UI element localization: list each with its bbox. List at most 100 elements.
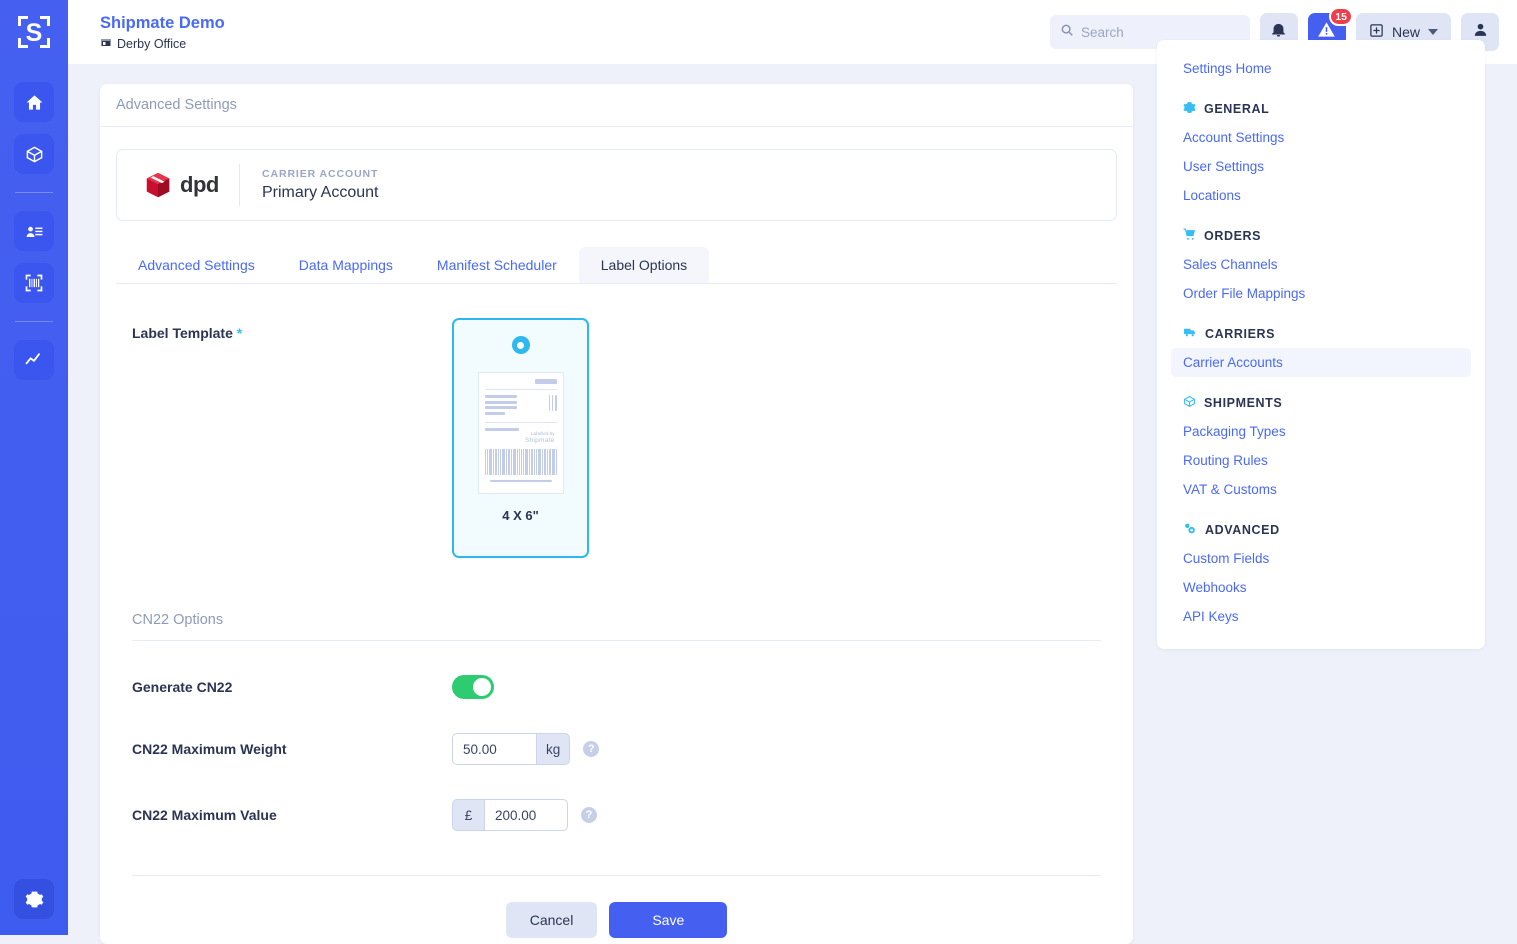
generate-cn22-toggle[interactable] <box>452 675 494 699</box>
gear-icon <box>1183 101 1196 117</box>
sidebar-item-account-settings[interactable]: Account Settings <box>1171 123 1471 152</box>
sidebar-section-orders: ORDERS <box>1183 228 1471 244</box>
sidebar-item-packaging-types[interactable]: Packaging Types <box>1171 417 1471 446</box>
rail-item-contacts[interactable] <box>14 211 54 251</box>
rail-divider <box>15 192 53 193</box>
form-actions: Cancel Save <box>100 902 1133 938</box>
cn22-max-weight-help-icon[interactable]: ? <box>583 741 600 757</box>
sidebar-section-shipments: SHIPMENTS <box>1183 395 1471 411</box>
sidebar-section-general: GENERAL <box>1183 101 1471 117</box>
rail-item-scan[interactable] <box>14 263 54 303</box>
sidebar-item-api-keys[interactable]: API Keys <box>1171 602 1471 631</box>
sidebar-item-user-settings[interactable]: User Settings <box>1171 152 1471 181</box>
tab-advanced-settings[interactable]: Advanced Settings <box>116 247 277 283</box>
radio-selected-icon[interactable] <box>511 336 530 354</box>
carrier-account-info: CARRIER ACCOUNT Primary Account <box>262 168 378 202</box>
label-template-size-caption: 4 X 6" <box>502 508 539 523</box>
tab-label-options[interactable]: Label Options <box>578 247 710 283</box>
card-divider <box>239 164 240 206</box>
label-template-label: Label Template * <box>132 318 452 341</box>
carrier-account-name: Primary Account <box>262 184 379 201</box>
cn22-section-title: CN22 Options <box>132 612 1101 641</box>
rail-bottom-group <box>14 879 54 919</box>
rail-item-analytics[interactable] <box>14 340 54 380</box>
sidebar-section-advanced: ADVANCED <box>1183 522 1471 538</box>
cn22-max-value-label: CN22 Maximum Value <box>132 807 277 823</box>
radio-inner-dot <box>517 341 524 349</box>
sidebar-item-routing-rules[interactable]: Routing Rules <box>1171 446 1471 475</box>
required-asterisk: * <box>236 325 243 341</box>
cn22-max-value-help-icon[interactable]: ? <box>581 807 597 823</box>
cart-icon <box>1183 228 1196 244</box>
rail-item-settings[interactable] <box>14 879 54 919</box>
tab-manifest-scheduler[interactable]: Manifest Scheduler <box>415 247 579 283</box>
alert-count-badge: 15 <box>1329 7 1353 26</box>
label-template-option-4x6[interactable]: Labelled by Shipmate 4 X 6" <box>452 318 589 558</box>
sidebar-item-sales-channels[interactable]: Sales Channels <box>1171 250 1471 279</box>
cogs-icon <box>1183 522 1197 538</box>
weight-unit-addon: kg <box>536 733 571 765</box>
cn22-max-weight-label: CN22 Maximum Weight <box>132 741 287 757</box>
settings-sidebar: Settings Home GENERAL Account Settings U… <box>1157 40 1485 649</box>
brand-title[interactable]: Shipmate Demo <box>100 13 225 33</box>
brand-subtitle-text: Derby Office <box>117 36 187 51</box>
sidebar-item-locations[interactable]: Locations <box>1171 181 1471 210</box>
rail-item-home[interactable] <box>14 82 54 122</box>
mock-barcode-icon <box>484 449 557 476</box>
cn22-max-value-input[interactable] <box>484 799 568 831</box>
label-template-row: Label Template * Labelled by Shipmate 4 … <box>132 318 1101 558</box>
settings-tabs: Advanced Settings Data Mappings Manifest… <box>116 247 1117 284</box>
cn22-max-value-group: £ <box>452 799 568 831</box>
tab-data-mappings[interactable]: Data Mappings <box>277 247 415 283</box>
label-options-form: Label Template * Labelled by Shipmate 4 … <box>100 284 1133 831</box>
dpd-wordmark: dpd <box>180 172 219 197</box>
gear-icon <box>25 890 44 909</box>
address-book-icon <box>25 222 44 241</box>
sidebar-item-vat-customs[interactable]: VAT & Customs <box>1171 475 1471 504</box>
panel-header: Advanced Settings <box>100 84 1133 127</box>
svg-text:S: S <box>26 19 43 47</box>
sidebar-section-title: ADVANCED <box>1205 523 1280 537</box>
currency-addon: £ <box>452 799 484 831</box>
page-title: Advanced Settings <box>116 97 237 113</box>
shipmate-logo[interactable]: S <box>0 0 68 64</box>
dpd-cube-icon <box>146 172 170 198</box>
sidebar-item-carrier-accounts[interactable]: Carrier Accounts <box>1171 348 1471 377</box>
search-input[interactable] <box>1080 24 1258 40</box>
cancel-button[interactable]: Cancel <box>505 902 598 938</box>
sidebar-item-custom-fields[interactable]: Custom Fields <box>1171 544 1471 573</box>
dpd-logo: dpd <box>143 170 239 200</box>
sidebar-section-title: GENERAL <box>1204 102 1270 116</box>
box-icon <box>25 145 44 164</box>
mock-brand-top: Labelled by <box>531 431 555 436</box>
sidebar-item-webhooks[interactable]: Webhooks <box>1171 573 1471 602</box>
box-icon <box>1183 395 1196 411</box>
office-icon <box>100 36 112 51</box>
truck-icon <box>1183 326 1197 342</box>
save-button[interactable]: Save <box>609 902 728 938</box>
mock-brand-text: Labelled by Shipmate <box>485 431 557 446</box>
cn22-max-weight-group: kg <box>452 733 571 765</box>
brand-block: Shipmate Demo Derby Office <box>100 13 225 51</box>
toggle-knob <box>473 678 491 696</box>
main-panel: Advanced Settings dpd CARRIER ACCOUNT Pr… <box>100 84 1133 944</box>
mock-divider <box>484 389 557 390</box>
mock-brand-name: Shipmate <box>525 437 555 445</box>
mock-footer-bar <box>489 480 552 483</box>
rail-item-list <box>14 82 54 380</box>
generate-cn22-label: Generate CN22 <box>132 679 233 695</box>
sidebar-item-settings-home[interactable]: Settings Home <box>1171 54 1471 83</box>
chart-line-icon <box>24 350 44 370</box>
brand-subtitle: Derby Office <box>100 36 225 51</box>
sidebar-section-title: SHIPMENTS <box>1204 396 1283 410</box>
label-preview-mock: Labelled by Shipmate <box>477 372 564 494</box>
sidebar-section-title: ORDERS <box>1204 229 1262 243</box>
rail-item-shipments[interactable] <box>14 134 54 174</box>
sidebar-item-order-file-mappings[interactable]: Order File Mappings <box>1171 279 1471 308</box>
home-icon <box>25 93 44 112</box>
generate-cn22-row: Generate CN22 <box>132 675 1101 699</box>
sidebar-section-carriers: CARRIERS <box>1183 326 1471 342</box>
cn22-max-value-row: CN22 Maximum Value £ ? <box>132 799 1101 831</box>
cn22-max-weight-input[interactable] <box>452 733 536 765</box>
rail-divider <box>15 321 53 322</box>
